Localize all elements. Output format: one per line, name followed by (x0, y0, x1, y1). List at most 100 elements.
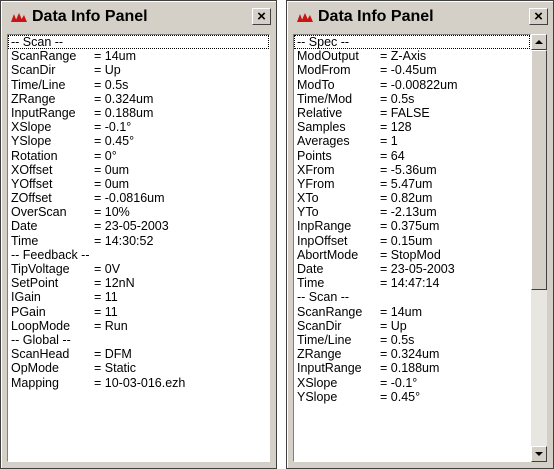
list-item[interactable]: Date = 23-05-2003 (8, 219, 269, 233)
property-name: XOffset (11, 162, 53, 177)
property-value: = 0.82um (380, 191, 433, 206)
list-item[interactable]: ZOffset = -0.0816um (8, 191, 269, 205)
property-name: ModFrom (297, 63, 351, 78)
property-name: YSlope (297, 389, 338, 404)
list-item[interactable]: InpOffset = 0.15um (294, 234, 530, 248)
property-value: = -0.1° (94, 120, 132, 135)
property-value: = Z-Axis (380, 49, 427, 64)
list-item[interactable]: YOffset = 0um (8, 177, 269, 191)
property-name: InputRange (11, 105, 76, 120)
property-value: = 14um (94, 49, 137, 64)
list-item[interactable]: Time/Line = 0.5s (294, 333, 530, 347)
list-item[interactable]: PGain = 11 (8, 305, 269, 319)
property-name: -- Feedback -- (11, 247, 90, 262)
list-item[interactable]: Rotation = 0° (8, 149, 269, 163)
scroll-down-button[interactable] (531, 446, 547, 462)
list-item[interactable]: LoopMode = Run (8, 319, 269, 333)
property-value: = 10% (94, 205, 130, 220)
list-item[interactable]: ScanDir = Up (294, 319, 530, 333)
info-list[interactable]: -- Spec -- ModOutput = Z-Axis ModFrom = -0.4… (293, 34, 531, 462)
list-item[interactable]: ModFrom = -0.45um (294, 63, 530, 77)
app-logo-icon (297, 13, 313, 22)
list-item[interactable]: Points = 64 (294, 149, 530, 163)
list-item[interactable]: InputRange = 0.188um (8, 106, 269, 120)
list-item[interactable]: XSlope = -0.1° (294, 376, 530, 390)
property-value: = DFM (94, 347, 132, 362)
list-item[interactable]: ModTo = -0.00822um (294, 78, 530, 92)
property-value: = 12nN (94, 276, 135, 291)
list-item[interactable]: OpMode = Static (8, 361, 269, 375)
list-item[interactable]: ModOutput = Z-Axis (294, 49, 530, 63)
close-button[interactable]: × (529, 8, 548, 25)
list-item[interactable]: Time/Mod = 0.5s (294, 92, 530, 106)
list-item[interactable]: AbortMode = StopMod (294, 248, 530, 262)
list-item[interactable]: IGain = 11 (8, 290, 269, 304)
scroll-up-button[interactable] (531, 34, 547, 50)
list-item[interactable]: YSlope = 0.45° (8, 134, 269, 148)
property-value: = 0.45° (380, 389, 421, 404)
list-item[interactable]: -- Scan -- (8, 35, 269, 50)
list-item[interactable]: InputRange = 0.188um (294, 361, 530, 375)
list-item[interactable]: ScanDir = Up (8, 63, 269, 77)
property-value: = 0.5s (380, 91, 415, 106)
list-item[interactable]: ZRange = 0.324um (294, 347, 530, 361)
list-item[interactable]: XFrom = -5.36um (294, 163, 530, 177)
list-item[interactable]: YFrom = 5.47um (294, 177, 530, 191)
property-value: = 128 (380, 120, 412, 135)
list-item[interactable]: ScanRange = 14um (294, 305, 530, 319)
property-name: XSlope (297, 375, 338, 390)
property-name: ScanRange (297, 304, 363, 319)
list-item[interactable]: -- Global -- (8, 333, 269, 347)
property-value: = -0.0816um (94, 191, 165, 206)
property-name: YFrom (297, 176, 335, 191)
vertical-scrollbar[interactable] (531, 34, 547, 462)
title-bar[interactable]: Data Info Panel × (290, 4, 550, 30)
scroll-down-arrow-icon (535, 452, 543, 456)
list-item[interactable]: Time/Line = 0.5s (8, 78, 269, 92)
list-item[interactable]: Samples = 128 (294, 120, 530, 134)
property-name: XSlope (11, 120, 52, 135)
list-item[interactable]: ScanHead = DFM (8, 347, 269, 361)
list-item[interactable]: ZRange = 0.324um (8, 92, 269, 106)
scrollbar-thumb[interactable] (531, 50, 547, 290)
list-item[interactable]: -- Feedback -- (8, 248, 269, 262)
list-item[interactable]: TipVoltage = 0V (8, 262, 269, 276)
property-value: = Up (94, 63, 121, 78)
info-list[interactable]: -- Scan -- ScanRange = 14um ScanDir = Up Time… (7, 34, 270, 462)
property-value: = 11 (94, 290, 118, 305)
list-item[interactable]: Averages = 1 (294, 134, 530, 148)
list-item[interactable]: Mapping = 10-03-016.ezh (8, 376, 269, 390)
close-icon: × (257, 8, 266, 25)
list-item[interactable]: ScanRange = 14um (8, 49, 269, 63)
list-item[interactable]: XOffset = 0um (8, 163, 269, 177)
property-value: = 14um (380, 304, 423, 319)
property-value: = -0.00822um (380, 77, 458, 92)
list-item[interactable]: OverScan = 10% (8, 205, 269, 219)
list-item[interactable]: Date = 23-05-2003 (294, 262, 530, 276)
property-value: = 0.324um (380, 347, 440, 362)
property-value: = StopMod (380, 247, 441, 262)
list-item[interactable]: InpRange = 0.375um (294, 219, 530, 233)
list-item[interactable]: YSlope = 0.45° (294, 390, 530, 404)
list-item[interactable]: XTo = 0.82um (294, 191, 530, 205)
list-item[interactable]: -- Scan -- (294, 290, 530, 304)
property-name: ZRange (297, 347, 342, 362)
list-item[interactable]: SetPoint = 12nN (8, 276, 269, 290)
list-item[interactable]: -- Spec -- (294, 35, 530, 50)
property-value: = 11 (94, 304, 118, 319)
list-item[interactable]: Time = 14:30:52 (8, 234, 269, 248)
list-item[interactable]: XSlope = -0.1° (8, 120, 269, 134)
property-name: ScanHead (11, 347, 70, 362)
title-bar[interactable]: Data Info Panel × (4, 4, 273, 30)
property-value: = 0.188um (94, 105, 154, 120)
window-title: Data Info Panel (32, 8, 148, 25)
property-value: = 0um (94, 176, 130, 191)
close-button[interactable]: × (252, 8, 271, 25)
list-item[interactable]: Relative = FALSE (294, 106, 530, 120)
list-item[interactable]: Time = 14:47:14 (294, 276, 530, 290)
property-name: Relative (297, 105, 343, 120)
property-name: -- Global -- (11, 332, 71, 347)
property-value: = -0.1° (380, 375, 418, 390)
list-item[interactable]: YTo = -2.13um (294, 205, 530, 219)
property-name: TipVoltage (11, 262, 70, 276)
